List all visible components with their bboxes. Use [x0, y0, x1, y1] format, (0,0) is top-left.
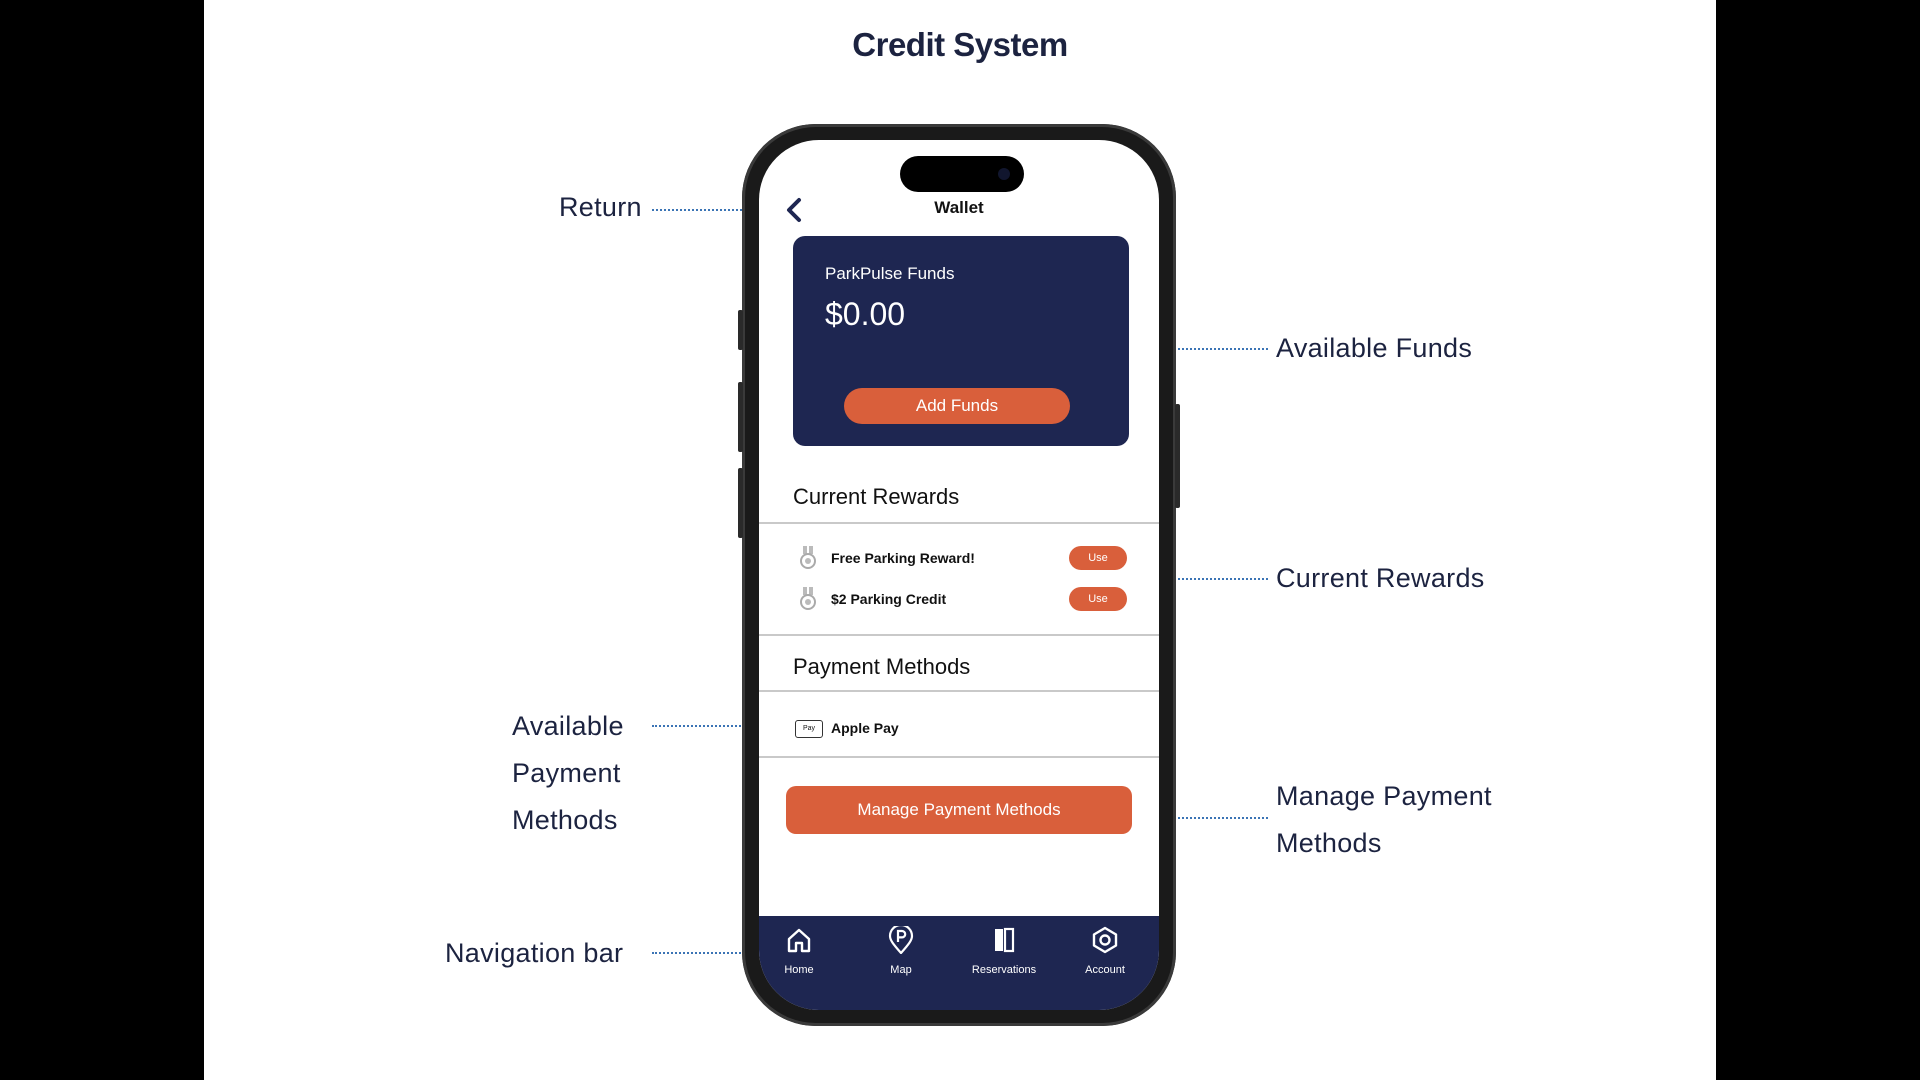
rewards-title: Current Rewards — [793, 484, 960, 509]
dynamic-island — [900, 156, 1024, 192]
annotation-current-rewards: Current Rewards — [1276, 563, 1485, 593]
account-hexagon-icon — [1091, 926, 1119, 954]
reward-label: Free Parking Reward! — [831, 550, 975, 566]
reward-item: $2 Parking Credit Use — [799, 586, 1139, 614]
nav-item-map[interactable]: Map — [861, 923, 941, 986]
reward-item: Free Parking Reward! Use — [799, 545, 1139, 573]
medal-icon — [799, 586, 817, 612]
payment-method-label: Apple Pay — [831, 720, 899, 736]
page-title: Wallet — [934, 198, 984, 217]
nav-item-account[interactable]: Account — [1065, 926, 1145, 986]
phone-screen: Wallet ParkPulse Funds $0.00 Add Funds C… — [759, 140, 1159, 1010]
phone-mute-button — [738, 310, 743, 350]
manage-payment-methods-button[interactable]: Manage Payment Methods — [786, 786, 1132, 834]
annotation-navigation-bar: Navigation bar — [445, 938, 624, 968]
annotation-return: Return — [559, 192, 642, 222]
nav-label: Map — [890, 964, 912, 976]
phone-volume-up-button — [738, 382, 743, 452]
annotation-line-3: Methods — [512, 805, 618, 835]
divider — [759, 634, 1159, 636]
funds-label: ParkPulse Funds — [825, 264, 955, 283]
phone-power-button — [1175, 404, 1180, 508]
nav-label: Home — [784, 964, 814, 976]
apple-pay-icon: Pay — [795, 720, 823, 738]
annotation-line-2: Methods — [1276, 828, 1382, 858]
payment-methods-title: Payment Methods — [793, 654, 971, 679]
funds-value: $0.00 — [825, 296, 906, 332]
divider — [759, 522, 1159, 524]
navigation-bar: Home Map Reservations Account — [759, 916, 1159, 1010]
phone-frame: Wallet ParkPulse Funds $0.00 Add Funds C… — [738, 124, 1180, 1026]
nav-item-home[interactable]: Home — [759, 926, 839, 986]
parking-pin-icon — [887, 923, 915, 955]
divider — [759, 690, 1159, 692]
divider — [759, 756, 1159, 758]
home-icon — [785, 926, 813, 954]
slide-title: Credit System — [852, 26, 1068, 63]
reward-label: $2 Parking Credit — [831, 591, 947, 607]
nav-item-reservations[interactable]: Reservations — [964, 926, 1044, 986]
annotation-line-1: Available — [512, 711, 624, 741]
add-funds-button[interactable]: Add Funds — [844, 388, 1070, 424]
annotation-available-payment-methods: Available Payment Methods — [512, 703, 672, 844]
nav-label: Reservations — [971, 964, 1037, 976]
medal-icon — [799, 545, 817, 571]
camera-icon — [998, 168, 1010, 180]
reservations-icon — [990, 926, 1018, 954]
nav-label: Account — [1085, 964, 1125, 976]
annotation-available-funds: Available Funds — [1276, 333, 1473, 363]
phone-volume-down-button — [738, 468, 743, 538]
slide: Credit System Return Available Payment M… — [204, 0, 1716, 1080]
annotation-manage-payment-methods: Manage Payment Methods — [1276, 773, 1536, 867]
payment-method-item[interactable]: Pay Apple Pay — [795, 717, 1095, 741]
use-reward-button[interactable]: Use — [1069, 546, 1127, 570]
annotation-line-2: Payment — [512, 758, 621, 788]
funds-card: ParkPulse Funds $0.00 Add Funds — [793, 236, 1129, 446]
use-reward-button[interactable]: Use — [1069, 587, 1127, 611]
annotation-line-1: Manage Payment — [1276, 781, 1492, 811]
